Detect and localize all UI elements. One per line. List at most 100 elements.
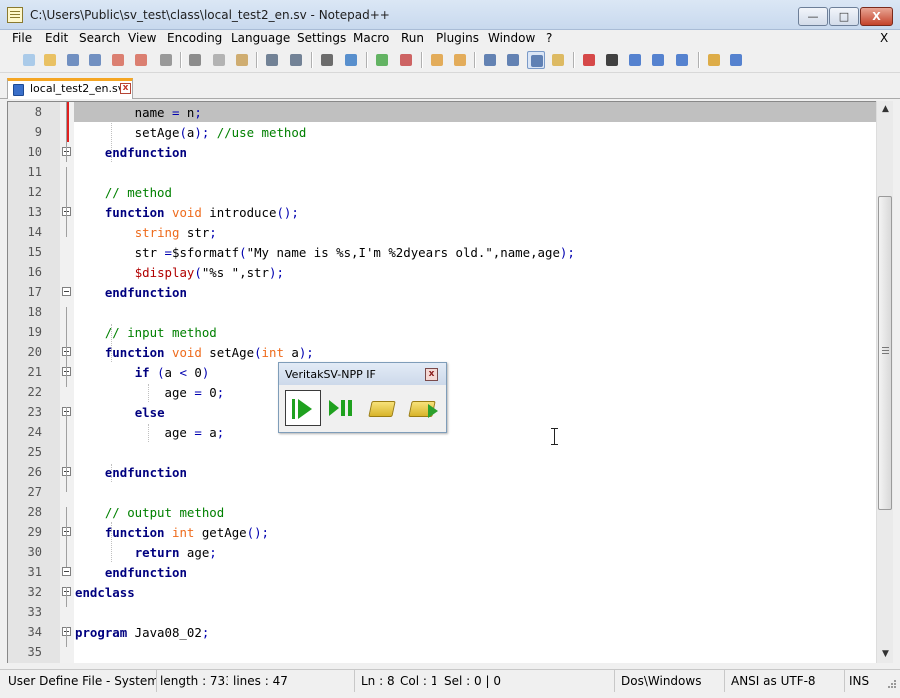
- resize-grip-icon[interactable]: [886, 678, 896, 688]
- code-text: return age;: [74, 542, 876, 562]
- close-all-icon[interactable]: [132, 51, 150, 69]
- menu-run[interactable]: Run: [401, 31, 424, 45]
- new-file-icon[interactable]: [20, 51, 38, 69]
- tab-close-icon[interactable]: x: [120, 83, 131, 94]
- indent-guide-icon[interactable]: [527, 51, 545, 69]
- code-line[interactable]: 19 // input method: [8, 322, 876, 342]
- code-line[interactable]: 8 name = n;: [8, 102, 876, 122]
- macro-record-icon[interactable]: [580, 51, 598, 69]
- undo-icon[interactable]: [263, 51, 281, 69]
- code-token: introduce: [201, 205, 277, 220]
- code-line[interactable]: 16 $display("%s ",str);: [8, 262, 876, 282]
- close-window-button[interactable]: X: [860, 7, 893, 26]
- code-line[interactable]: 20 function void setAge(int a);: [8, 342, 876, 362]
- status-col: Col : 1: [400, 674, 436, 688]
- line-number: 14: [27, 225, 42, 239]
- zoom-out-icon[interactable]: [397, 51, 415, 69]
- maximize-button[interactable]: □: [829, 7, 859, 26]
- code-line[interactable]: 18: [8, 302, 876, 322]
- spell-check-icon[interactable]: [727, 51, 745, 69]
- scroll-thumb[interactable]: [878, 196, 892, 510]
- run-project-button[interactable]: [405, 390, 441, 426]
- code-line[interactable]: 33: [8, 602, 876, 622]
- open-file-icon[interactable]: [41, 51, 59, 69]
- menu-help[interactable]: ?: [546, 31, 552, 45]
- menu-settings[interactable]: Settings: [297, 31, 346, 45]
- macro-save-icon[interactable]: [673, 51, 691, 69]
- menu-language[interactable]: Language: [231, 31, 290, 45]
- fold-guide: [66, 587, 67, 607]
- fold-guide: [66, 507, 67, 567]
- code-text: endclass: [74, 582, 876, 602]
- open-project-button[interactable]: [365, 390, 401, 426]
- code-line[interactable]: 32 endclass: [8, 582, 876, 602]
- scroll-down-icon[interactable]: ▼: [877, 646, 894, 663]
- panel-close-icon[interactable]: x: [425, 368, 438, 381]
- open-folder-icon[interactable]: [705, 51, 723, 69]
- menu-macro[interactable]: Macro: [353, 31, 389, 45]
- run-button[interactable]: [285, 390, 321, 426]
- print-icon[interactable]: [157, 51, 175, 69]
- menu-search[interactable]: Search: [79, 31, 120, 45]
- show-all-chars-icon[interactable]: [504, 51, 522, 69]
- minimize-button[interactable]: —: [798, 7, 828, 26]
- line-number: 22: [27, 385, 42, 399]
- save-all-icon[interactable]: [86, 51, 104, 69]
- zoom-in-icon[interactable]: [373, 51, 391, 69]
- word-wrap-icon[interactable]: [481, 51, 499, 69]
- code-line[interactable]: 12 // method: [8, 182, 876, 202]
- code-line[interactable]: 31 endfunction: [8, 562, 876, 582]
- menu-view[interactable]: View: [128, 31, 156, 45]
- code-line[interactable]: 26 endfunction: [8, 462, 876, 482]
- sync-vertical-icon[interactable]: [428, 51, 446, 69]
- paste-icon[interactable]: [233, 51, 251, 69]
- fold-guide: [66, 627, 67, 647]
- user-language-icon[interactable]: [549, 51, 567, 69]
- code-line[interactable]: 30 return age;: [8, 542, 876, 562]
- fold-toggle-icon[interactable]: [62, 567, 71, 576]
- code-token: void: [172, 205, 202, 220]
- code-line[interactable]: 29 function int getAge();: [8, 522, 876, 542]
- code-line[interactable]: 15 str =$sformatf("My name is %s,I'm %2d…: [8, 242, 876, 262]
- code-token: (: [179, 125, 187, 140]
- macro-run-multiple-icon[interactable]: [649, 51, 667, 69]
- step-run-button[interactable]: [325, 390, 361, 426]
- fold-toggle-icon[interactable]: [62, 287, 71, 296]
- code-line[interactable]: 13 function void introduce();: [8, 202, 876, 222]
- code-line[interactable]: 35: [8, 642, 876, 662]
- code-line[interactable]: 34 program Java08_02;: [8, 622, 876, 642]
- copy-icon[interactable]: [210, 51, 228, 69]
- menu-encoding[interactable]: Encoding: [167, 31, 222, 45]
- indent-guide: [111, 522, 112, 562]
- scroll-up-icon[interactable]: ▲: [877, 101, 894, 118]
- tab-local-test2[interactable]: local_test2_en.sv x: [7, 78, 133, 99]
- menu-plugins[interactable]: Plugins: [436, 31, 479, 45]
- menu-file[interactable]: File: [12, 31, 32, 45]
- close-document-button[interactable]: X: [880, 31, 888, 45]
- save-icon[interactable]: [64, 51, 82, 69]
- code-line[interactable]: 9 setAge(a); //use method: [8, 122, 876, 142]
- code-line[interactable]: 27: [8, 482, 876, 502]
- code-line[interactable]: 28 // output method: [8, 502, 876, 522]
- code-line[interactable]: 10 endfunction: [8, 142, 876, 162]
- code-line[interactable]: 11: [8, 162, 876, 182]
- sync-horizontal-icon[interactable]: [451, 51, 469, 69]
- replace-icon[interactable]: [342, 51, 360, 69]
- redo-icon[interactable]: [287, 51, 305, 69]
- close-icon[interactable]: [109, 51, 127, 69]
- find-icon[interactable]: [318, 51, 336, 69]
- cut-icon[interactable]: [186, 51, 204, 69]
- menu-window[interactable]: Window: [488, 31, 535, 45]
- macro-stop-icon[interactable]: [603, 51, 621, 69]
- status-bar: User Define File - SystemVerilog length …: [0, 669, 900, 692]
- macro-play-icon[interactable]: [626, 51, 644, 69]
- code-line[interactable]: 14 string str;: [8, 222, 876, 242]
- code-token: age: [75, 425, 195, 440]
- code-line[interactable]: 25: [8, 442, 876, 462]
- vertical-scrollbar[interactable]: ▲ ▼: [876, 101, 893, 663]
- menu-edit[interactable]: Edit: [45, 31, 68, 45]
- panel-header[interactable]: VeritakSV-NPP IF x: [279, 363, 446, 385]
- code-line[interactable]: 17 endfunction: [8, 282, 876, 302]
